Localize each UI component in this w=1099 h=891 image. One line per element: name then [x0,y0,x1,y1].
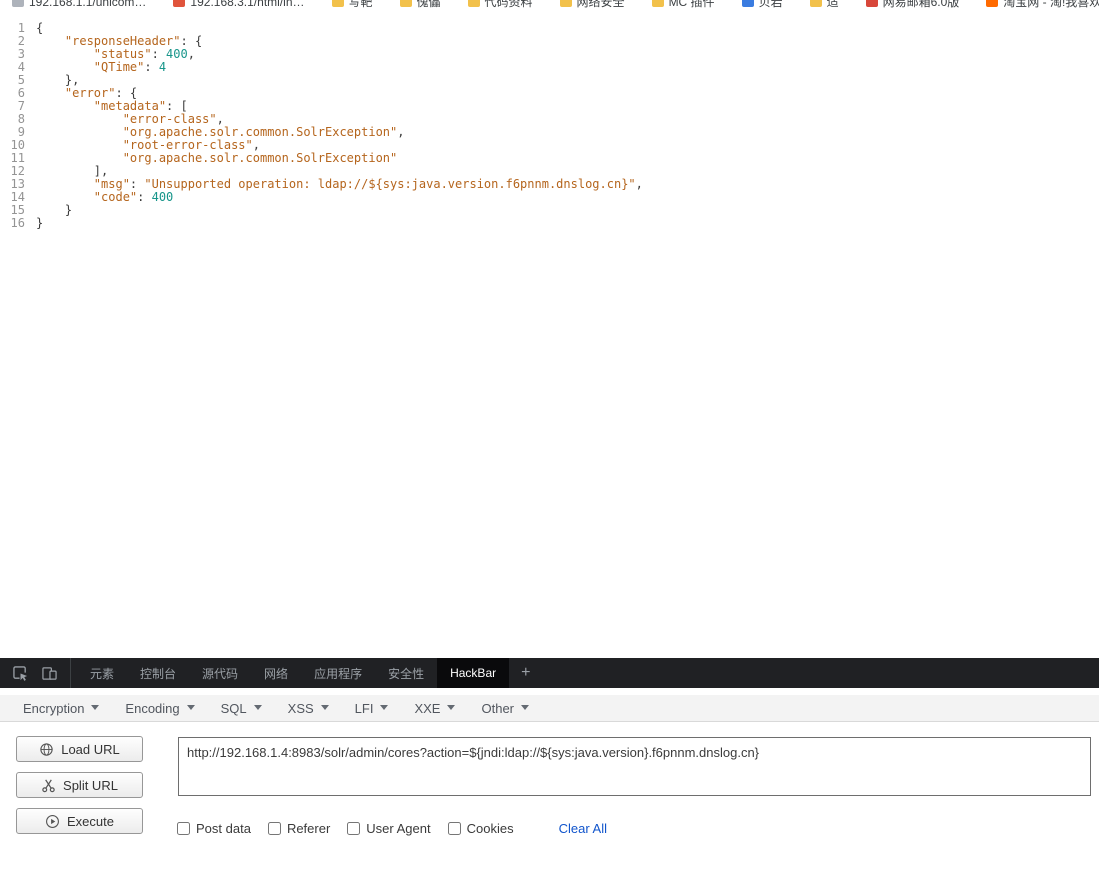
devtools-tab-控制台[interactable]: 控制台 [127,658,189,688]
bookmark-item[interactable]: 网络安全 [560,0,625,10]
bookmark-item[interactable]: 192.168.3.1/html/in… [173,0,304,9]
bookmark-label: 淘宝网 - 淘!我喜欢 [1003,0,1099,10]
checkbox-label: Cookies [467,821,514,836]
bookmark-label: 代码资料 [485,0,533,10]
new-tab-plus-icon[interactable]: + [509,658,542,688]
devtools-tab-应用程序[interactable]: 应用程序 [301,658,375,688]
clear-all-link[interactable]: Clear All [559,821,607,836]
bookmark-item[interactable]: MC 插件 [652,0,715,10]
bookmarks-bar: 192.168.1.1/unicom… 192.168.3.1/html/in… 写… [0,0,1099,10]
device-toolbar-icon[interactable] [42,666,57,681]
bookmark-label: 192.168.1.1/unicom… [29,0,146,9]
checkbox-label: Post data [196,821,251,836]
split-url-button[interactable]: Split URL [16,772,143,798]
devtools-toolbar-icons [0,658,71,688]
bookmark-item[interactable]: 淘宝网 - 淘!我喜欢 [986,0,1099,10]
hackbar-options-row: Post data Referer User Agent Cookies Clear … [177,821,607,836]
checkbox-label: Referer [287,821,330,836]
hackbar-menu-xxe[interactable]: XXE [401,701,468,716]
json-line: 11 "org.apache.solr.common.SolrException… [0,152,1099,165]
devtools-gap [0,688,1099,695]
button-label: Split URL [63,778,118,793]
bookmark-item[interactable]: 代码资料 [468,0,533,10]
checkbox-cookies[interactable]: Cookies [448,821,514,836]
hackbar-menu-xss[interactable]: XSS [275,701,342,716]
json-lines: 1{2 "responseHeader": {3 "status": 400,4… [0,22,1099,230]
load-url-button[interactable]: Load URL [16,736,143,762]
bookmark-label: 傀儡 [417,0,441,10]
split-url-icon [41,778,56,793]
hackbar-menu-bar: EncryptionEncodingSQLXSSLFIXXEOther [0,695,1099,722]
hackbar-menu-sql[interactable]: SQL [208,701,275,716]
bookmark-label: 192.168.3.1/html/in… [190,0,304,9]
page-icon [12,0,24,7]
checkbox-post-data[interactable]: Post data [177,821,251,836]
site-icon-orange [986,0,998,7]
folder-icon [810,0,822,7]
bookmark-item[interactable]: 网易邮箱6.0版 [866,0,960,10]
bookmark-label: 网络安全 [577,0,625,10]
execute-button[interactable]: Execute [16,808,143,834]
json-line: 5 }, [0,74,1099,87]
bookmark-label: MC 插件 [669,0,715,10]
devtools-tab-HackBar[interactable]: HackBar [437,658,509,688]
folder-icon [468,0,480,7]
button-label: Execute [67,814,114,829]
json-line-code: } [36,217,43,230]
json-line: 15 } [0,204,1099,217]
checkbox-input[interactable] [268,822,281,835]
devtools-tab-bar: 元素控制台源代码网络应用程序安全性HackBar + [0,658,1099,688]
hackbar-menu-lfi[interactable]: LFI [342,701,402,716]
checkbox-referer[interactable]: Referer [268,821,330,836]
bookmark-item[interactable]: 傀儡 [400,0,441,10]
folder-icon [560,0,572,7]
bookmark-item[interactable]: 适 [810,0,839,10]
devtools-tab-网络[interactable]: 网络 [251,658,301,688]
site-icon-blue [742,0,754,7]
checkbox-input[interactable] [448,822,461,835]
hackbar-menu-encryption[interactable]: Encryption [10,701,112,716]
hackbar-button-column: Load URL Split URL Execute [16,736,143,844]
button-label: Load URL [61,742,120,757]
bookmark-label: 贝岩 [759,0,783,10]
bookmark-item[interactable]: 贝岩 [742,0,783,10]
inspect-element-icon[interactable] [13,666,28,681]
bookmark-label: 适 [827,0,839,10]
folder-icon [332,0,344,7]
checkbox-input[interactable] [177,822,190,835]
bookmark-label: 写靶 [349,0,373,10]
devtools-tab-安全性[interactable]: 安全性 [375,658,437,688]
checkbox-user-agent[interactable]: User Agent [347,821,430,836]
line-number: 16 [0,217,36,230]
checkbox-label: User Agent [366,821,430,836]
checkbox-input[interactable] [347,822,360,835]
devtools-tab-元素[interactable]: 元素 [77,658,127,688]
devtools-tabs: 元素控制台源代码网络应用程序安全性HackBar [77,658,509,688]
json-response-viewer: 1{2 "responseHeader": {3 "status": 400,4… [0,10,1099,658]
execute-icon [45,814,60,829]
bookmarks-row: 192.168.1.1/unicom… 192.168.3.1/html/in… 写… [12,0,1099,10]
json-line: 16} [0,217,1099,230]
folder-icon [400,0,412,7]
devtools-tab-源代码[interactable]: 源代码 [189,658,251,688]
bookmark-label: 网易邮箱6.0版 [883,0,960,10]
hackbar-menu-other[interactable]: Other [468,701,542,716]
site-icon-red2 [866,0,878,7]
json-line: 14 "code": 400 [0,191,1099,204]
site-icon-red [173,0,185,7]
bookmark-item[interactable]: 192.168.1.1/unicom… [12,0,146,9]
load-url-icon [39,742,54,757]
bookmark-item[interactable]: 写靶 [332,0,373,10]
url-input[interactable]: http://192.168.1.4:8983/solr/admin/cores… [178,737,1091,796]
hackbar-checkboxes: Post data Referer User Agent Cookies [177,821,531,836]
folder-icon [652,0,664,7]
hackbar-panel: Load URL Split URL Execute http://192.168.… [0,722,1099,890]
json-line: 4 "QTime": 4 [0,61,1099,74]
hackbar-menu-encoding[interactable]: Encoding [112,701,207,716]
